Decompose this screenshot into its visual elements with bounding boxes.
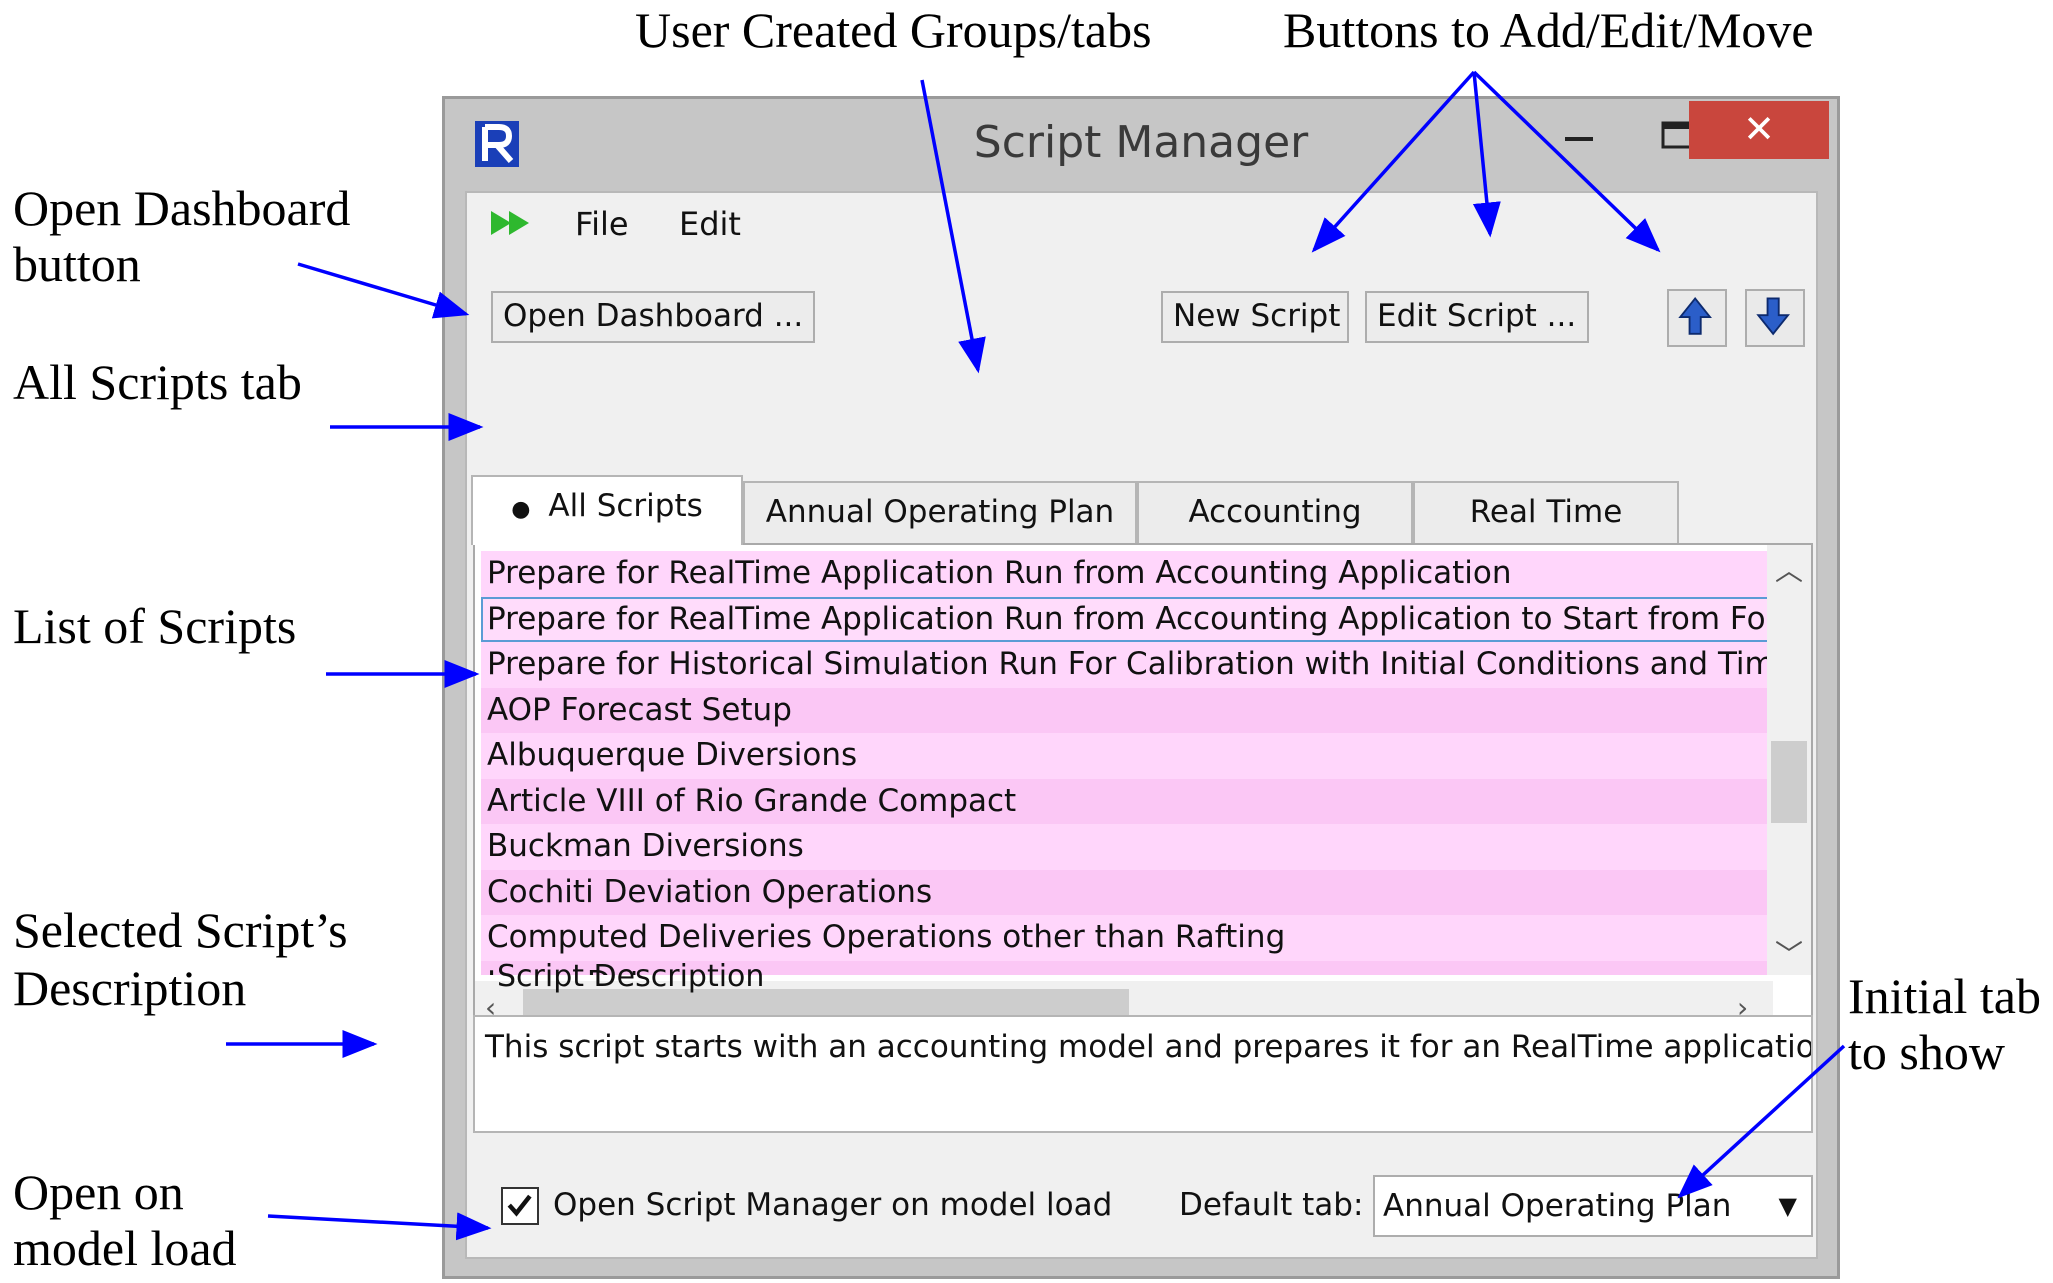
annotation-open-on-load-2: model load [13,1220,237,1276]
arrow-open-dashboard [297,262,470,319]
title-bar: Script Manager ✕ [445,99,1837,191]
new-script-button[interactable]: New Script [1161,291,1349,343]
annotation-user-groups: User Created Groups/tabs [635,2,1152,58]
open-on-load-label: Open Script Manager on model load [553,1187,1113,1223]
up-arrow-icon [1678,296,1712,335]
annotation-all-scripts-tab: All Scripts tab [13,354,302,410]
minimize-button[interactable] [1543,101,1623,159]
vertical-scrollbar[interactable]: ︿ ﹀ [1767,545,1811,975]
default-tab-value: Annual Operating Plan [1383,1188,1732,1224]
menu-edit[interactable]: Edit [679,205,741,243]
tab-real-time[interactable]: Real Time [1413,481,1679,545]
tab-label: All Scripts [548,488,703,524]
tab-all-scripts[interactable]: ● All Scripts [471,475,743,545]
list-item[interactable]: Prepare for Historical Simulation Run Fo… [481,642,1771,688]
tab-strip: ● All Scripts Annual Operating Plan Accou… [471,475,1811,545]
menu-bar: File Edit [467,193,1816,253]
annotation-open-dashboard-1: Open Dashboard [13,180,351,236]
move-up-button[interactable] [1667,289,1727,347]
annotation-initial-tab-1: Initial tab [1848,968,2041,1024]
list-item[interactable]: Prepare for RealTime Application Run fro… [481,551,1771,597]
open-dashboard-button[interactable]: Open Dashboard ... [491,291,815,343]
list-item[interactable]: AOP Forecast Setup [481,687,1771,733]
scroll-up-icon[interactable]: ︿ [1775,549,1803,589]
tab-annual-operating-plan[interactable]: Annual Operating Plan [743,481,1137,545]
annotation-list-of-scripts: List of Scripts [13,598,297,654]
annotation-selected-desc-1: Selected Script’s [13,902,348,958]
annotation-selected-desc-2: Description [13,960,247,1016]
annotation-open-on-load-1: Open on [13,1164,184,1220]
active-tab-bullet-icon: ● [511,497,531,522]
list-item-selected[interactable]: Prepare for RealTime Application Run fro… [481,596,1771,642]
annotation-initial-tab-2: to show [1848,1024,2005,1080]
default-tab-select[interactable]: Annual Operating Plan ▼ [1373,1175,1813,1237]
close-button[interactable]: ✕ [1689,101,1829,159]
script-list[interactable]: Prepare for RealTime Application Run fro… [481,551,1771,975]
list-item[interactable]: Cochiti Deviation Operations [481,869,1771,915]
open-on-load-checkbox[interactable] [501,1187,539,1225]
script-manager-window: Script Manager ✕ File Edit Open Dashboar… [442,96,1840,1279]
list-item[interactable]: Computed Deliveries Operations other tha… [481,915,1771,961]
annotation-buttons: Buttons to Add/Edit/Move [1283,2,1814,58]
scroll-down-icon[interactable]: ﹀ [1775,933,1803,973]
edit-script-button[interactable]: Edit Script ... [1365,291,1589,343]
checkmark-icon [507,1194,532,1217]
annotation-open-dashboard-2: button [13,236,141,292]
vertical-scroll-thumb[interactable] [1771,741,1807,823]
description-label: Script Description [497,959,765,994]
dropdown-arrow-icon: ▼ [1778,1192,1797,1220]
down-arrow-icon [1756,297,1790,336]
list-item[interactable]: Buckman Diversions [481,824,1771,870]
description-text[interactable]: This script starts with an accounting mo… [473,1015,1813,1133]
list-item[interactable]: Article VIII of Rio Grande Compact [481,778,1771,824]
client-area: File Edit Open Dashboard ... New Script … [465,191,1818,1259]
tab-accounting[interactable]: Accounting [1137,481,1413,545]
list-item[interactable]: Albuquerque Diversions [481,733,1771,779]
green-double-arrow-icon[interactable] [489,207,539,239]
menu-file[interactable]: File [575,205,629,243]
move-down-button[interactable] [1745,289,1805,347]
window-title: Script Manager [973,117,1309,168]
default-tab-label: Default tab: [1179,1187,1364,1223]
